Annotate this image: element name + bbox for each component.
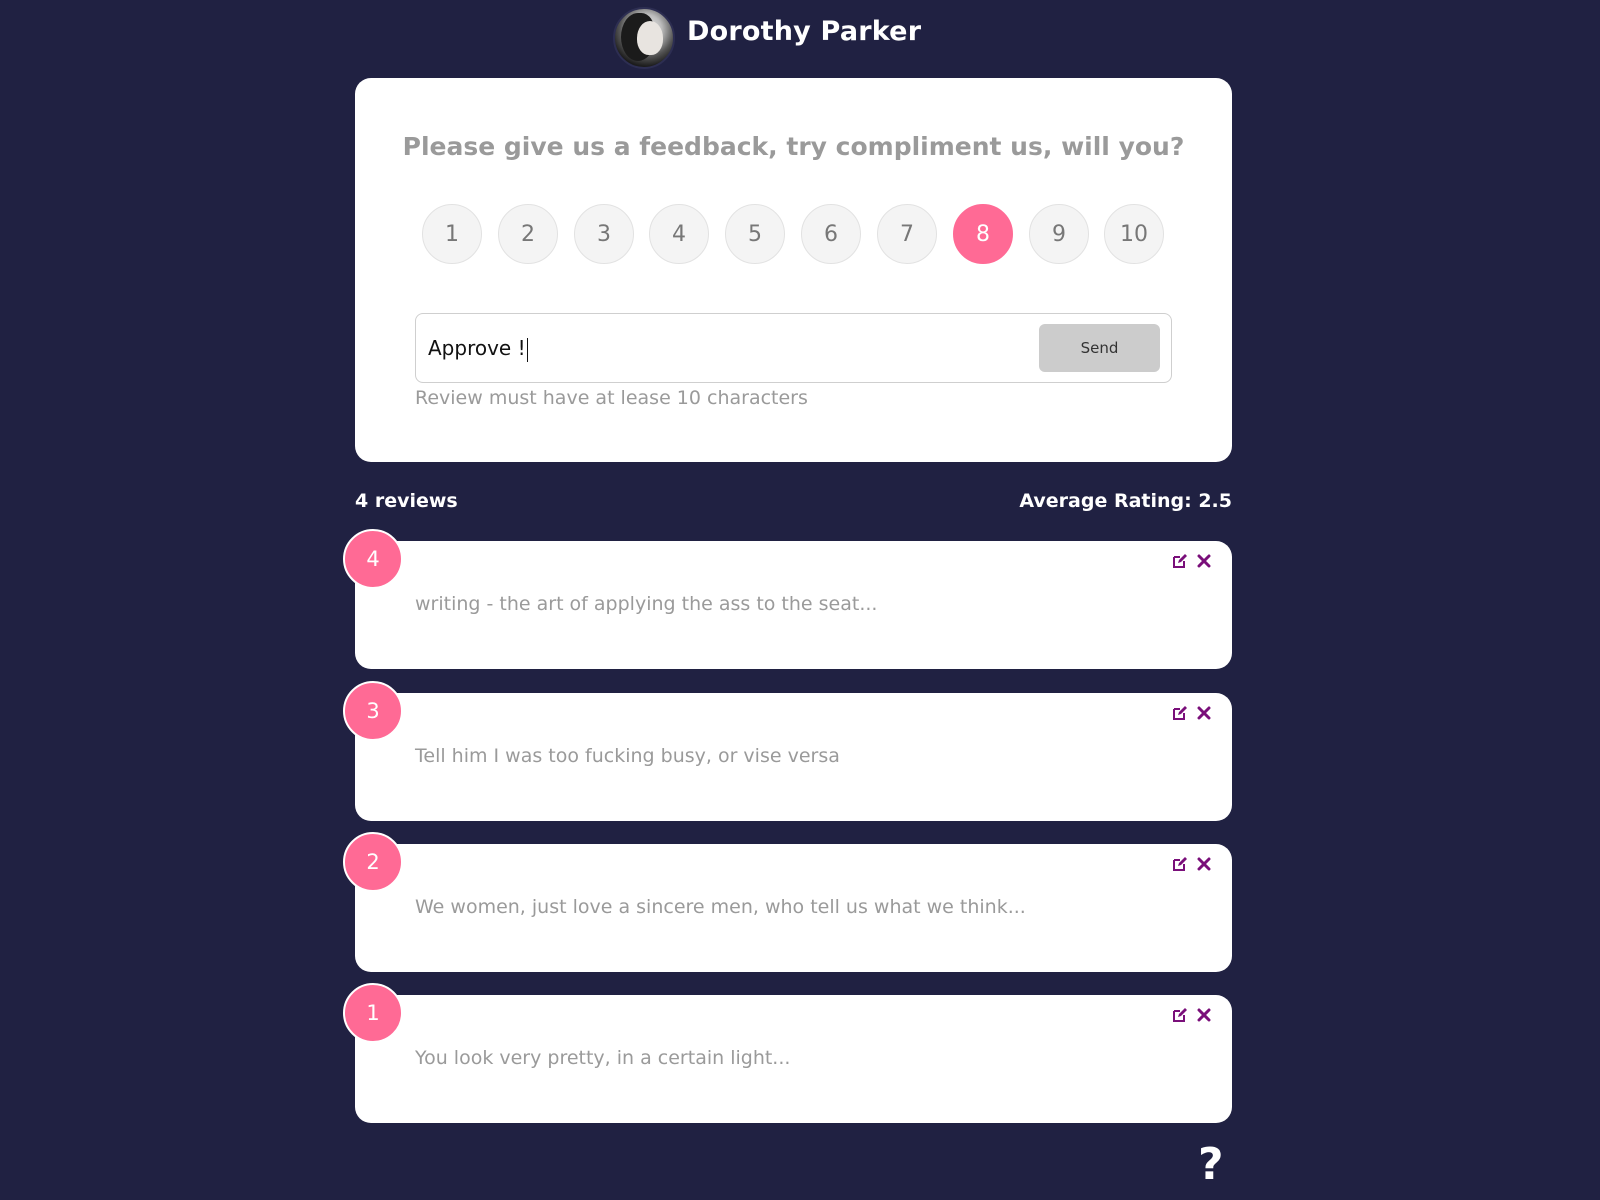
- edit-icon[interactable]: [1172, 1007, 1188, 1023]
- review-input[interactable]: Approve ! Send: [415, 313, 1172, 383]
- close-icon[interactable]: [1196, 856, 1212, 872]
- review-stats: 4 reviews Average Rating: 2.5: [355, 490, 1232, 520]
- close-icon[interactable]: [1196, 1007, 1212, 1023]
- rating-option-10[interactable]: 10: [1104, 204, 1164, 264]
- review-text: You look very pretty, in a certain light…: [415, 1047, 791, 1069]
- review-text: writing - the art of applying the ass to…: [415, 593, 878, 615]
- page-title: Dorothy Parker: [687, 15, 922, 47]
- rating-option-9[interactable]: 9: [1029, 204, 1089, 264]
- review-card: 3 Tell him I was too fucking busy, or vi…: [343, 681, 1232, 821]
- review-actions: [1172, 705, 1212, 721]
- edit-icon[interactable]: [1172, 856, 1188, 872]
- rating-option-3[interactable]: 3: [574, 204, 634, 264]
- rating-option-1[interactable]: 1: [422, 204, 482, 264]
- review-card: 2 We women, just love a sincere men, who…: [343, 832, 1232, 972]
- review-rating-badge: 1: [343, 983, 403, 1043]
- review-count: 4 reviews: [355, 490, 458, 512]
- review-rating-badge: 3: [343, 681, 403, 741]
- rating-option-8[interactable]: 8: [953, 204, 1013, 264]
- review-rating-badge: 2: [343, 832, 403, 892]
- review-input-value[interactable]: Approve !: [428, 336, 528, 362]
- rating-selector: 1 2 3 4 5 6 7 8 9 10: [422, 204, 1164, 266]
- rating-option-2[interactable]: 2: [498, 204, 558, 264]
- review-actions: [1172, 1007, 1212, 1023]
- review-text: Tell him I was too fucking busy, or vise…: [415, 745, 840, 767]
- avatar: [613, 7, 675, 69]
- feedback-title: Please give us a feedback, try complimen…: [402, 132, 1185, 161]
- edit-icon[interactable]: [1172, 553, 1188, 569]
- close-icon[interactable]: [1196, 705, 1212, 721]
- close-icon[interactable]: [1196, 553, 1212, 569]
- review-text: We women, just love a sincere men, who t…: [415, 896, 1026, 918]
- rating-option-4[interactable]: 4: [649, 204, 709, 264]
- rating-option-6[interactable]: 6: [801, 204, 861, 264]
- rating-option-7[interactable]: 7: [877, 204, 937, 264]
- help-button[interactable]: ?: [1198, 1143, 1224, 1187]
- send-button[interactable]: Send: [1039, 324, 1160, 372]
- feedback-card: Please give us a feedback, try complimen…: [355, 78, 1232, 462]
- review-rating-badge: 4: [343, 529, 403, 589]
- average-rating: Average Rating: 2.5: [1019, 490, 1232, 512]
- validation-hint: Review must have at lease 10 characters: [415, 387, 808, 409]
- rating-option-5[interactable]: 5: [725, 204, 785, 264]
- review-actions: [1172, 856, 1212, 872]
- page-header: Dorothy Parker: [613, 4, 921, 72]
- review-card: 4 writing - the art of applying the ass …: [343, 529, 1232, 669]
- review-actions: [1172, 553, 1212, 569]
- edit-icon[interactable]: [1172, 705, 1188, 721]
- review-card: 1 You look very pretty, in a certain lig…: [343, 983, 1232, 1123]
